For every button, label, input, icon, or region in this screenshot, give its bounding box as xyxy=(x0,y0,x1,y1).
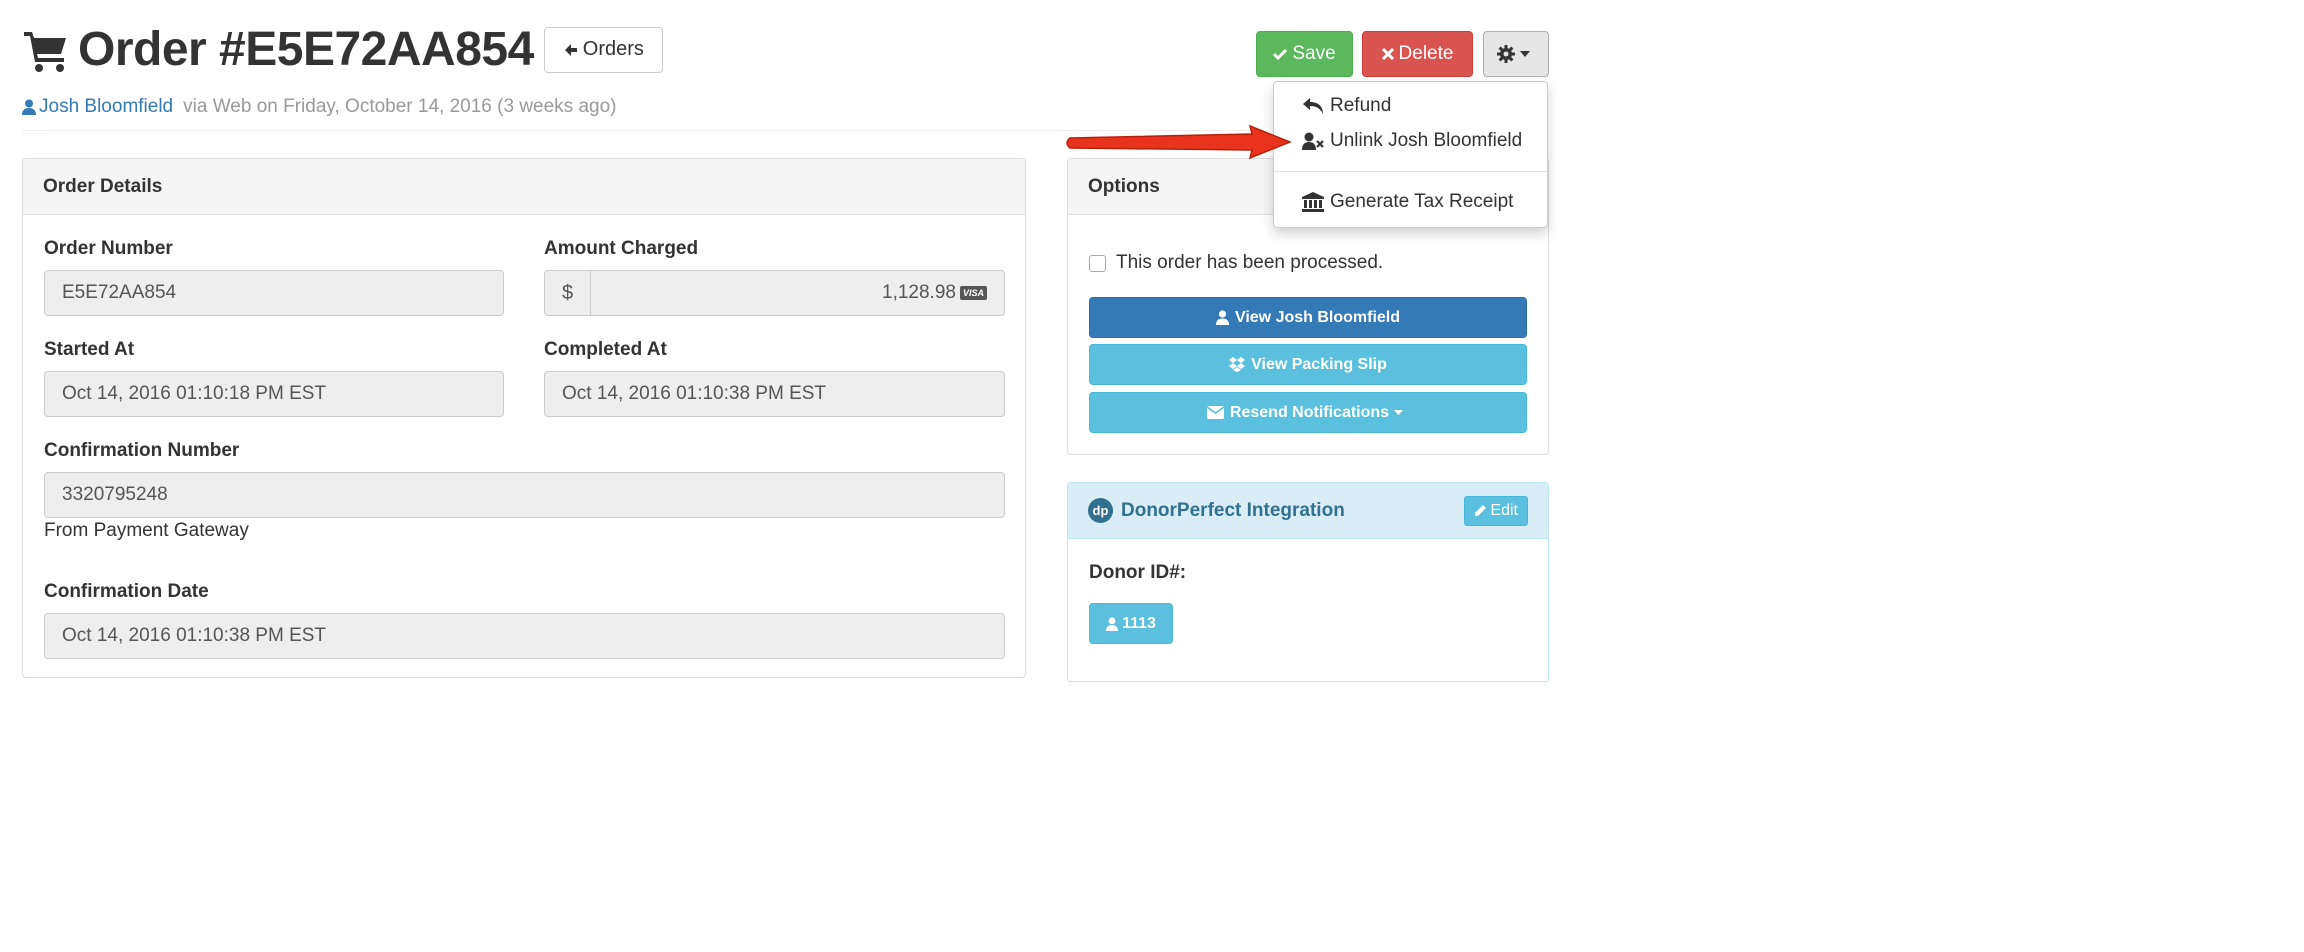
confirmation-number-field[interactable]: 3320795248 xyxy=(44,472,1005,518)
visa-card-icon: VISA xyxy=(959,286,987,300)
view-customer-button[interactable]: View Josh Bloomfield xyxy=(1089,297,1527,338)
caret-down-icon xyxy=(1520,51,1530,57)
amount-charged-label: Amount Charged xyxy=(544,238,699,259)
completed-at-field[interactable]: Oct 14, 2016 01:10:38 PM EST xyxy=(544,371,1005,417)
page-header: Order #E5E72AA854 Orders xyxy=(22,22,663,77)
resend-label: Resend Notifications xyxy=(1229,403,1390,421)
resend-notifications-button[interactable]: Resend Notifications xyxy=(1089,392,1527,433)
started-at-field[interactable]: Oct 14, 2016 01:10:18 PM EST xyxy=(44,371,504,417)
confirmation-date-label: Confirmation Date xyxy=(44,581,209,602)
user-icon xyxy=(22,99,36,115)
started-at-label: Started At xyxy=(44,339,135,360)
annotation-arrow xyxy=(1066,124,1293,160)
menu-item-refund[interactable]: Refund xyxy=(1302,95,1391,117)
delete-button[interactable]: Delete xyxy=(1362,31,1473,77)
donor-id-button[interactable]: 1113 xyxy=(1089,603,1173,644)
reply-icon xyxy=(1303,98,1323,114)
amount-value: 1,128.98 xyxy=(882,282,956,303)
confirmation-number-label: Confirmation Number xyxy=(44,440,240,461)
back-to-orders-button[interactable]: Orders xyxy=(543,26,663,73)
completed-at-label: Completed At xyxy=(544,339,667,360)
user-times-icon xyxy=(1302,132,1324,150)
check-icon xyxy=(1273,48,1288,61)
donor-id-value: 1113 xyxy=(1122,614,1156,632)
settings-dropdown-button[interactable] xyxy=(1483,31,1549,77)
order-number-field[interactable]: E5E72AA854 xyxy=(44,270,504,316)
page-title: Order #E5E72AA854 xyxy=(78,23,534,76)
caret-down-icon xyxy=(1394,410,1404,415)
donorperfect-heading-label: DonorPerfect Integration xyxy=(1121,499,1345,521)
user-icon xyxy=(1215,310,1229,325)
delete-label: Delete xyxy=(1398,43,1454,64)
processed-label: This order has been processed. xyxy=(1116,252,1384,273)
arrow-left-icon xyxy=(564,43,577,56)
customer-name: Josh Bloomfield xyxy=(39,96,174,117)
menu-item-label: Generate Tax Receipt xyxy=(1330,191,1514,212)
settings-dropdown-menu: Refund Unlink Josh Bloomfield Generate T… xyxy=(1273,81,1548,228)
order-details-heading: Order Details xyxy=(23,159,1025,215)
envelope-icon xyxy=(1206,406,1224,419)
edit-label: Edit xyxy=(1490,501,1518,519)
shopping-cart-icon xyxy=(24,31,66,72)
menu-item-generate-tax-receipt[interactable]: Generate Tax Receipt xyxy=(1302,191,1513,213)
user-icon xyxy=(1106,616,1119,631)
bank-icon xyxy=(1302,192,1324,212)
pencil-icon xyxy=(1475,505,1487,516)
save-button[interactable]: Save xyxy=(1256,31,1353,77)
save-label: Save xyxy=(1292,43,1336,64)
view-packing-slip-button[interactable]: View Packing Slip xyxy=(1089,344,1527,385)
confirmation-help-text: From Payment Gateway xyxy=(44,520,249,541)
donor-id-label: Donor ID#: xyxy=(1089,562,1187,583)
order-source-text: via Web on Friday, October 14, 2016 (3 w… xyxy=(183,96,617,117)
menu-item-label: Unlink Josh Bloomfield xyxy=(1330,130,1523,151)
donorperfect-logo: dp xyxy=(1088,498,1113,523)
amount-charged-field[interactable]: 1,128.98 VISA xyxy=(590,270,1005,316)
donorperfect-heading: dp DonorPerfect Integration Edit xyxy=(1068,483,1548,539)
donorperfect-title: dp DonorPerfect Integration xyxy=(1088,498,1345,523)
back-button-label: Orders xyxy=(582,38,644,60)
close-icon xyxy=(1381,48,1394,60)
gear-icon xyxy=(1497,45,1515,63)
order-number-label: Order Number xyxy=(44,238,173,259)
processed-checkbox-row[interactable]: This order has been processed. xyxy=(1089,252,1383,274)
menu-divider xyxy=(1274,171,1547,172)
edit-integration-button[interactable]: Edit xyxy=(1464,495,1528,526)
customer-link[interactable]: Josh Bloomfield xyxy=(22,96,178,118)
menu-item-label: Refund xyxy=(1330,95,1392,116)
packing-slip-label: View Packing Slip xyxy=(1251,355,1387,373)
order-meta: Josh Bloomfield via Web on Friday, Octob… xyxy=(22,96,621,118)
confirmation-date-field[interactable]: Oct 14, 2016 01:10:38 PM EST xyxy=(44,613,1005,659)
dropbox-icon xyxy=(1229,357,1246,372)
menu-item-unlink-customer[interactable]: Unlink Josh Bloomfield xyxy=(1302,130,1522,152)
processed-checkbox[interactable] xyxy=(1089,254,1106,272)
view-customer-label: View Josh Bloomfield xyxy=(1234,308,1401,326)
currency-addon: $ xyxy=(544,270,591,316)
